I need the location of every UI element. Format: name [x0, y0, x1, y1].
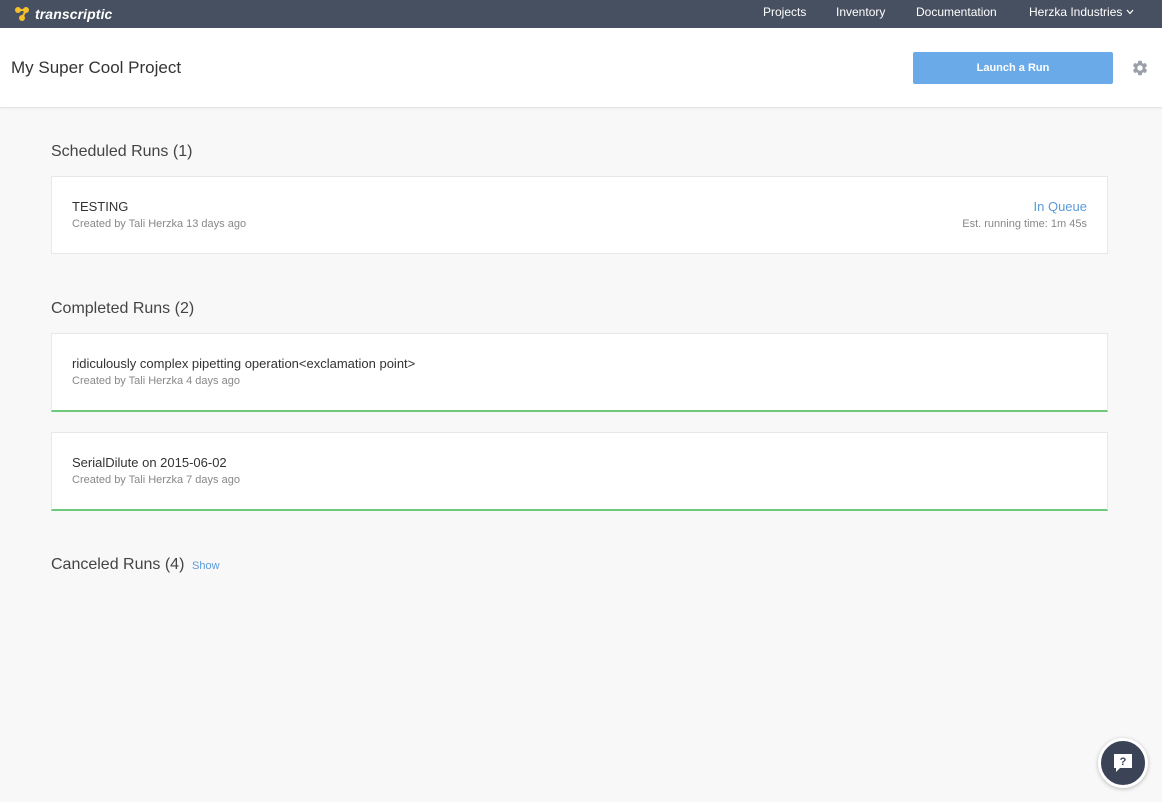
run-name: ridiculously complex pipetting operation… [72, 356, 416, 371]
scheduled-run-card[interactable]: TESTING Created by Tali Herzka 13 days a… [51, 176, 1108, 254]
top-navbar: transcriptic Projects Inventory Document… [0, 0, 1162, 28]
nav-documentation[interactable]: Documentation [916, 5, 997, 19]
logo-text: transcriptic [35, 6, 113, 22]
help-button[interactable]: ? [1098, 738, 1148, 788]
run-meta: Created by Tali Herzka 4 days ago [72, 375, 240, 387]
completed-run-card[interactable]: SerialDilute on 2015-06-02 Created by Ta… [51, 432, 1108, 511]
transcriptic-logo-icon [15, 7, 29, 21]
launch-run-button[interactable]: Launch a Run [913, 52, 1113, 84]
org-name: Herzka Industries [1029, 5, 1123, 19]
run-meta: Created by Tali Herzka 7 days ago [72, 474, 240, 486]
run-meta: Created by Tali Herzka 13 days ago [72, 218, 247, 230]
nav-org-dropdown[interactable]: Herzka Industries [1029, 5, 1134, 19]
nav-inventory[interactable]: Inventory [836, 5, 885, 19]
project-header: My Super Cool Project Launch a Run [0, 28, 1162, 108]
help-chat-icon: ? [1114, 754, 1132, 772]
canceled-runs-title: Canceled Runs (4) [51, 556, 185, 573]
completed-runs-title: Completed Runs (2) [51, 300, 195, 317]
nav-projects[interactable]: Projects [763, 5, 806, 19]
run-name: SerialDilute on 2015-06-02 [72, 455, 227, 470]
run-status: In Queue [1033, 199, 1088, 214]
help-label: ? [1120, 756, 1127, 768]
show-canceled-link[interactable]: Show [192, 560, 220, 572]
chevron-down-icon [1126, 9, 1134, 15]
run-est-time: Est. running time: 1m 45s [962, 218, 1087, 230]
logo[interactable]: transcriptic [14, 3, 112, 25]
gear-icon[interactable] [1131, 59, 1149, 77]
project-title: My Super Cool Project [11, 58, 182, 77]
run-name: TESTING [72, 199, 129, 214]
scheduled-runs-title: Scheduled Runs (1) [51, 143, 193, 160]
completed-run-card[interactable]: ridiculously complex pipetting operation… [51, 333, 1108, 412]
